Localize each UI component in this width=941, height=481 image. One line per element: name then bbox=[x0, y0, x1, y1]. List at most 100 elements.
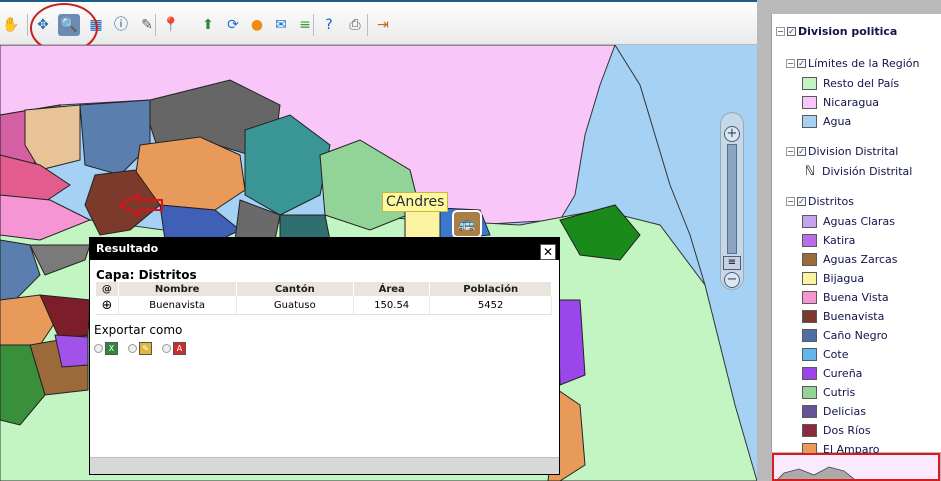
legend-item: Aguas Claras bbox=[802, 212, 895, 230]
export-options: X ✎ A bbox=[94, 342, 186, 355]
legend-item-label: Cote bbox=[823, 347, 849, 361]
legend-item: Cureña bbox=[802, 364, 862, 382]
legend-item-label: Resto del País bbox=[823, 76, 900, 90]
refresh-icon[interactable]: ⟳ bbox=[222, 14, 244, 36]
legend-item: Cote bbox=[802, 345, 849, 363]
distrito-bijagua bbox=[404, 207, 441, 241]
legend-item: Nicaragua bbox=[802, 93, 879, 111]
zoom-to-icon[interactable]: ⊕ bbox=[96, 296, 119, 315]
legend-group-1: − ✓ Límites de la Región bbox=[786, 54, 919, 72]
legend-item-label: División Distrital bbox=[822, 164, 913, 178]
result-popup: Resultado ✕ Capa: Distritos @ Nombre Cantó… bbox=[89, 237, 560, 475]
export-option: A bbox=[162, 342, 186, 355]
layer-label: Capa: Distritos bbox=[96, 268, 197, 282]
legend-item-label: Caño Negro bbox=[823, 328, 888, 342]
export-radio[interactable] bbox=[128, 344, 137, 353]
legend-swatch bbox=[802, 309, 817, 323]
legend-swatch bbox=[802, 271, 817, 285]
expand-collapse-icon[interactable]: − bbox=[786, 58, 795, 68]
place-label: CAndres bbox=[382, 192, 449, 212]
legend-swatch bbox=[802, 233, 817, 247]
column-header[interactable]: Área bbox=[353, 282, 431, 296]
toolbar-separator bbox=[313, 14, 314, 36]
export-option: ✎ bbox=[128, 342, 152, 355]
edit-document-icon[interactable]: ✎ bbox=[139, 342, 152, 355]
column-header[interactable]: Nombre bbox=[118, 282, 237, 296]
orange-circle-icon[interactable]: ● bbox=[246, 14, 268, 36]
legend-swatch bbox=[802, 114, 817, 128]
zoom-in-button[interactable]: + bbox=[724, 126, 740, 142]
hand-icon[interactable]: ✋ bbox=[0, 14, 22, 36]
bus-stop-icon[interactable]: 🚌 bbox=[452, 210, 482, 238]
legend-item-label: Dos Ríos bbox=[823, 423, 871, 437]
help-icon[interactable]: ? bbox=[318, 14, 340, 36]
legend-item: Agua bbox=[802, 112, 851, 130]
toolbar-separator bbox=[155, 14, 156, 36]
expand-collapse-icon[interactable]: − bbox=[776, 26, 785, 36]
expand-collapse-icon[interactable]: − bbox=[786, 146, 795, 156]
results-table: @ Nombre Cantón Área Población ⊕ Buenavista Gu… bbox=[96, 282, 552, 315]
legend-panel: − ✓ Division politica − ✓ Límites de la Regió… bbox=[757, 0, 941, 481]
close-icon[interactable]: ✕ bbox=[540, 244, 556, 260]
export-label: Exportar como bbox=[94, 323, 183, 337]
layer-checkbox[interactable]: ✓ bbox=[787, 26, 796, 36]
overview-map[interactable] bbox=[772, 453, 940, 481]
overview-svg bbox=[777, 466, 855, 479]
legend-item: ℕ División Distrital bbox=[802, 162, 913, 180]
cell-poblacion: 5452 bbox=[429, 296, 552, 315]
legend-item: Cutris bbox=[802, 383, 855, 401]
layer-checkbox[interactable]: ✓ bbox=[797, 196, 806, 206]
cell-area: 150.54 bbox=[353, 296, 431, 315]
zoom-out-button[interactable]: − bbox=[724, 272, 740, 288]
legend-item: Bijagua bbox=[802, 269, 864, 287]
zoom-track[interactable] bbox=[727, 144, 737, 254]
cell-canton: Guatuso bbox=[236, 296, 355, 315]
layer-checkbox[interactable]: ✓ bbox=[797, 58, 806, 68]
expand-collapse-icon[interactable]: − bbox=[786, 196, 795, 206]
legend-item: Aguas Zarcas bbox=[802, 250, 898, 268]
legend-item-label: Agua bbox=[823, 114, 852, 128]
column-header[interactable]: Población bbox=[429, 282, 552, 296]
gis-app: ✋ ✥ 🔍 ▦ ⓘ ✎ 📍 ⬆ ⟳ ● ✉ ≡? ⎙ ⇥ + ≡ − CAndr… bbox=[0, 0, 941, 481]
excel-icon[interactable]: X bbox=[105, 342, 118, 355]
legend-tree: − ✓ Division politica − ✓ Límites de la Regió… bbox=[771, 14, 941, 456]
legend-swatch bbox=[802, 214, 817, 228]
location-pin-icon[interactable]: 📍 bbox=[160, 14, 182, 36]
legend-item-label: Delicias bbox=[823, 404, 866, 418]
print-icon[interactable]: ⎙ bbox=[344, 14, 366, 36]
layer-checkbox[interactable]: ✓ bbox=[797, 146, 806, 156]
legend-item-label: Bijagua bbox=[823, 271, 865, 285]
export-radio[interactable] bbox=[162, 344, 171, 353]
legend-group-2: − ✓ Division Distrital bbox=[786, 142, 898, 160]
legend-item: Resto del País bbox=[802, 74, 899, 92]
legend-item-label: Katira bbox=[823, 233, 856, 247]
legend-item-label: Buena Vista bbox=[823, 290, 889, 304]
export-radio[interactable] bbox=[94, 344, 103, 353]
legend-item-label: Nicaragua bbox=[823, 95, 880, 109]
legend-group-0: − ✓ Division politica bbox=[776, 22, 897, 40]
pdf-icon[interactable]: A bbox=[173, 342, 186, 355]
zoom-slider-handle[interactable]: ≡ bbox=[723, 256, 741, 270]
legend-swatch bbox=[802, 366, 817, 380]
legend-swatch bbox=[802, 423, 817, 437]
table-row: ⊕ Buenavista Guatuso 150.54 5452 bbox=[96, 296, 552, 315]
legend-group-label: Límites de la Región bbox=[808, 56, 920, 70]
cell-nombre: Buenavista bbox=[118, 296, 237, 315]
legend-swatch bbox=[802, 328, 817, 342]
legend-item: Dos Ríos bbox=[802, 421, 871, 439]
legend-item: Caño Negro bbox=[802, 326, 888, 344]
toolbar-separator bbox=[367, 14, 368, 36]
info-icon[interactable]: ⓘ bbox=[110, 14, 132, 36]
legend-item: Buenavista bbox=[802, 307, 884, 325]
exit-door-icon[interactable]: ⇥ bbox=[372, 14, 394, 36]
legend-item-label: Aguas Claras bbox=[823, 214, 895, 228]
popup-statusbar bbox=[90, 457, 559, 474]
legend-swatch bbox=[802, 290, 817, 304]
column-header[interactable]: Cantón bbox=[236, 282, 355, 296]
toolbar-separator bbox=[27, 14, 28, 36]
legend-item-label: Cutris bbox=[823, 385, 856, 399]
column-header[interactable]: @ bbox=[96, 282, 119, 296]
mail-icon[interactable]: ✉ bbox=[270, 14, 292, 36]
layers-up-icon[interactable]: ⬆ bbox=[197, 14, 219, 36]
distrito-purple-east bbox=[557, 299, 586, 386]
